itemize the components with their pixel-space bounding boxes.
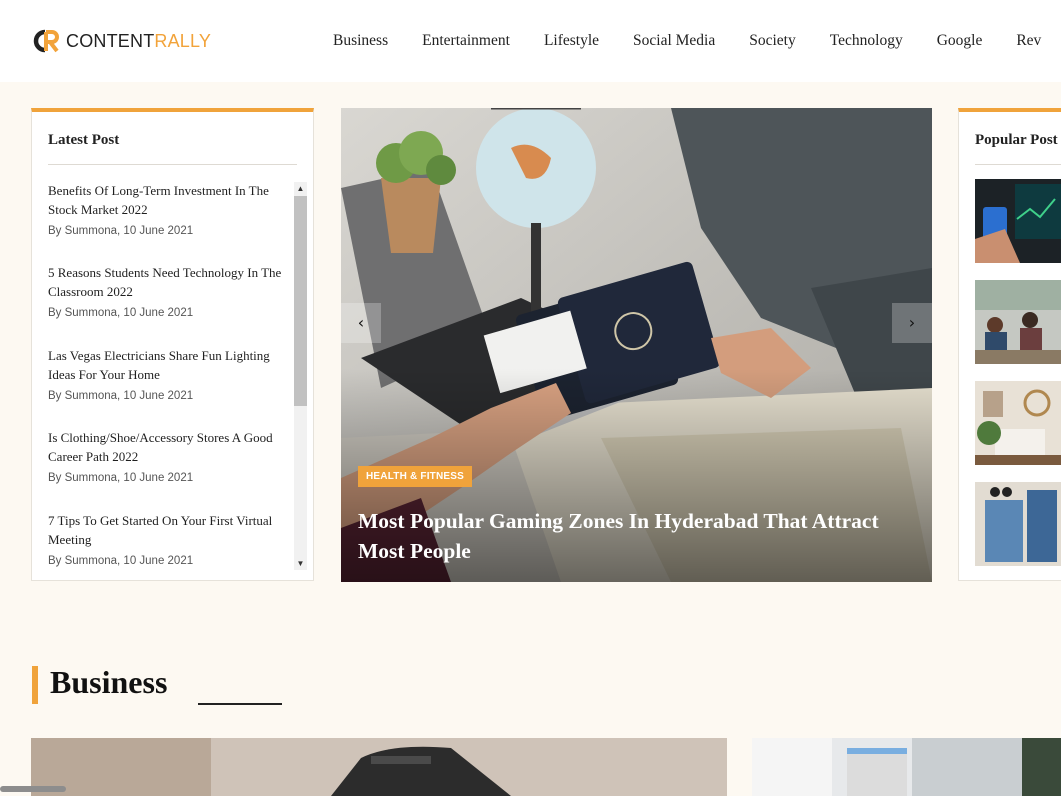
post-meta: By Summona, 10 June 2021 <box>48 555 194 567</box>
scroll-up-arrow-icon[interactable]: ▲ <box>294 182 307 195</box>
nav-entertainment[interactable]: Entertainment <box>422 32 510 50</box>
nav-lifestyle[interactable]: Lifestyle <box>544 32 599 50</box>
section-accent-bar <box>32 666 38 704</box>
latest-post-title: Latest Post <box>48 132 120 148</box>
popular-thumb-clothing[interactable] <box>975 482 1061 566</box>
nav-social-media[interactable]: Social Media <box>633 32 715 50</box>
main-nav: Business Entertainment Lifestyle Social … <box>333 32 1061 50</box>
nav-society[interactable]: Society <box>749 32 796 50</box>
list-item[interactable]: Benefits Of Long-Term Investment In The … <box>48 182 282 237</box>
post-meta: By Summona, 10 June 2021 <box>48 307 194 319</box>
logo-mark-icon <box>32 28 62 54</box>
logo-text-part1: CONTENT <box>66 30 155 51</box>
panel-divider <box>975 164 1061 165</box>
post-title-link[interactable]: 5 Reasons Students Need Technology In Th… <box>48 264 282 301</box>
chevron-left-icon: ‹ <box>357 313 365 332</box>
popular-thumb-home-lighting[interactable] <box>975 381 1061 465</box>
business-card-image[interactable] <box>31 738 727 796</box>
section-title-business: Business <box>50 664 168 700</box>
site-header: CONTENTRALLY Business Entertainment Life… <box>0 0 1061 82</box>
latest-post-panel: Latest Post Benefits Of Long-Term Invest… <box>31 108 314 581</box>
scrollbar-thumb[interactable] <box>294 196 307 406</box>
hero-slider[interactable]: ‹ › HEALTH & FITNESS Most Popular Gaming… <box>341 108 932 582</box>
site-logo[interactable]: CONTENTRALLY <box>32 28 211 54</box>
slider-next-button[interactable]: › <box>892 303 932 343</box>
nav-technology[interactable]: Technology <box>830 32 903 50</box>
post-meta: By Summona, 10 June 2021 <box>48 225 194 237</box>
post-meta: By Summona, 10 June 2021 <box>48 390 194 402</box>
scroll-down-arrow-icon[interactable]: ▼ <box>294 557 307 570</box>
panel-divider <box>48 164 297 165</box>
post-title-link[interactable]: Benefits Of Long-Term Investment In The … <box>48 182 282 219</box>
horizontal-scrollbar-thumb[interactable] <box>0 786 66 792</box>
post-title-link[interactable]: Las Vegas Electricians Share Fun Lightin… <box>48 347 282 384</box>
logo-text: CONTENTRALLY <box>66 31 211 52</box>
section-title-underline <box>198 703 282 705</box>
popular-thumb-stock[interactable] <box>975 179 1061 263</box>
latest-scrollbar[interactable]: ▲ ▼ <box>294 182 307 570</box>
nav-google[interactable]: Google <box>937 32 983 50</box>
nav-business[interactable]: Business <box>333 32 388 50</box>
slider-prev-button[interactable]: ‹ <box>341 303 381 343</box>
post-title-link[interactable]: Is Clothing/Shoe/Accessory Stores A Good… <box>48 429 282 466</box>
logo-text-part2: RALLY <box>154 30 212 51</box>
hero-title-link[interactable]: Most Popular Gaming Zones In Hyderabad T… <box>358 506 928 566</box>
business-card-image[interactable] <box>752 738 1061 796</box>
list-item[interactable]: Is Clothing/Shoe/Accessory Stores A Good… <box>48 429 282 484</box>
category-badge[interactable]: HEALTH & FITNESS <box>358 466 473 487</box>
post-title-link[interactable]: 7 Tips To Get Started On Your First Virt… <box>48 512 282 549</box>
popular-post-panel: Popular Post <box>958 108 1061 581</box>
popular-post-title: Popular Post <box>975 132 1058 148</box>
post-meta: By Summona, 10 June 2021 <box>48 472 194 484</box>
nav-reviews[interactable]: Rev <box>1016 32 1041 50</box>
popular-thumb-classroom[interactable] <box>975 280 1061 364</box>
chevron-right-icon: › <box>908 313 916 332</box>
list-item[interactable]: 5 Reasons Students Need Technology In Th… <box>48 264 282 319</box>
list-item[interactable]: 7 Tips To Get Started On Your First Virt… <box>48 512 282 567</box>
list-item[interactable]: Las Vegas Electricians Share Fun Lightin… <box>48 347 282 402</box>
